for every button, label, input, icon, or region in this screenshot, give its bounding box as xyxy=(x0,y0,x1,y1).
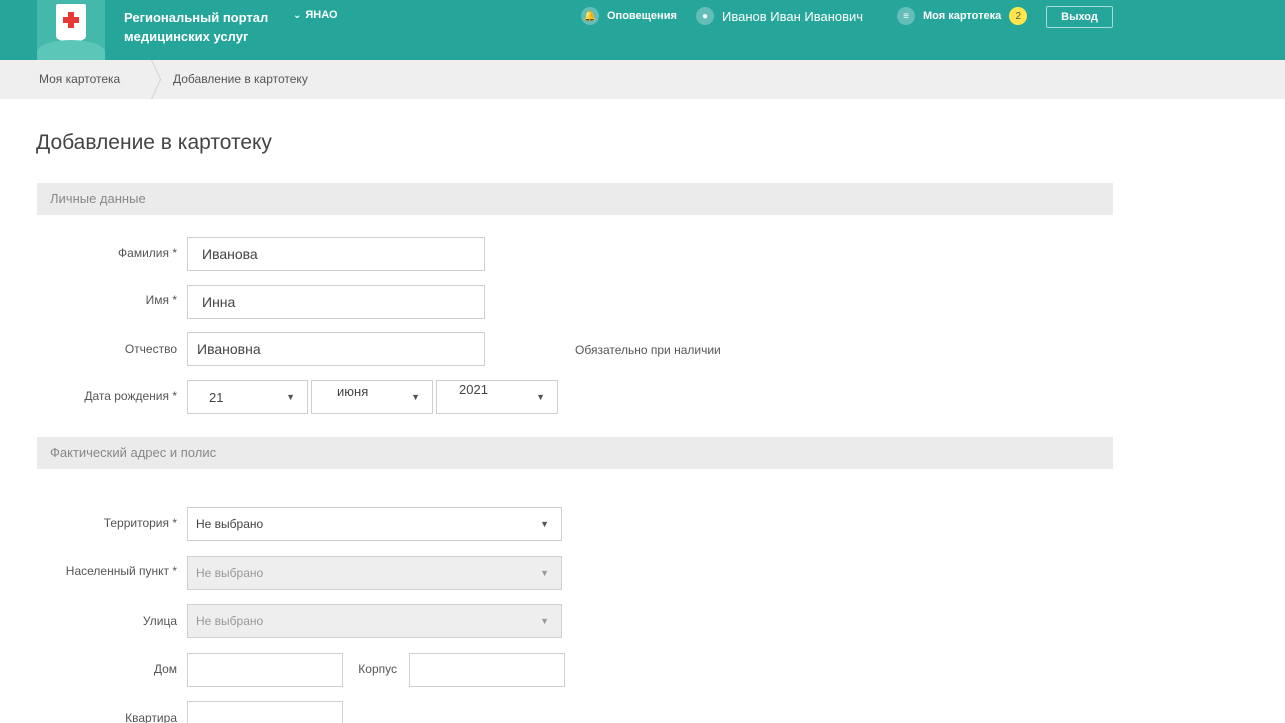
birth-month-value: июня xyxy=(337,384,369,399)
birth-month-select[interactable]: июня ▼ xyxy=(311,380,433,414)
medical-document-icon xyxy=(56,4,86,46)
user-icon: ● xyxy=(696,7,714,25)
house-input[interactable] xyxy=(187,653,343,687)
dropdown-arrow-icon: ▼ xyxy=(286,392,295,402)
top-header: Региональный портал медицинских услуг ⌄ … xyxy=(0,0,1285,60)
name-label: Имя * xyxy=(145,293,177,307)
region-selector[interactable]: ⌄ ЯНАО xyxy=(293,9,338,21)
section-address-policy: Фактический адрес и полис xyxy=(37,437,1113,469)
notifications-label: Оповещения xyxy=(607,10,677,22)
street-select[interactable]: Не выбрано ▼ xyxy=(187,604,562,638)
dropdown-arrow-icon: ▼ xyxy=(411,392,420,402)
breadcrumb-separator xyxy=(148,60,158,99)
apartment-input[interactable] xyxy=(187,701,343,723)
patronymic-input[interactable]: Ивановна xyxy=(187,332,485,366)
breadcrumb-my-cards[interactable]: Моя картотека xyxy=(39,72,120,86)
territory-label: Территория * xyxy=(103,516,177,530)
page-title: Добавление в картотеку xyxy=(36,131,272,154)
logout-button[interactable]: Выход xyxy=(1046,6,1113,28)
section-personal-data: Личные данные xyxy=(37,183,1113,215)
apartment-label: Квартира xyxy=(125,711,177,723)
house-label: Дом xyxy=(153,662,177,676)
settlement-value: Не выбрано xyxy=(196,566,264,580)
birth-date-label: Дата рождения * xyxy=(84,389,177,403)
territory-select[interactable]: Не выбрано ▼ xyxy=(187,507,562,541)
territory-value: Не выбрано xyxy=(196,517,264,531)
portal-title[interactable]: Региональный портал медицинских услуг xyxy=(124,8,294,46)
birth-day-value: 21 xyxy=(209,390,224,405)
dropdown-arrow-icon: ▼ xyxy=(540,616,549,626)
region-label: ЯНАО xyxy=(305,9,338,21)
list-icon: ≡ xyxy=(897,7,915,25)
user-profile-link[interactable]: ● Иванов Иван Иванович xyxy=(696,6,863,26)
building-input[interactable] xyxy=(409,653,565,687)
user-name: Иванов Иван Иванович xyxy=(722,8,864,24)
patronymic-label: Отчество xyxy=(124,342,177,356)
breadcrumb: Моя картотека Добавление в картотеку xyxy=(0,60,1285,99)
dropdown-arrow-icon: ▼ xyxy=(540,568,549,578)
portal-logo[interactable] xyxy=(37,0,105,60)
dropdown-arrow-icon: ▼ xyxy=(536,392,545,402)
building-label: Корпус xyxy=(358,662,397,676)
breadcrumb-current: Добавление в картотеку xyxy=(173,72,308,86)
birth-year-value: 2021 xyxy=(459,382,488,397)
street-label: Улица xyxy=(142,614,177,628)
street-value: Не выбрано xyxy=(196,614,264,628)
surname-label: Фамилия * xyxy=(118,246,177,260)
name-input[interactable]: Инна xyxy=(187,285,485,319)
dropdown-arrow-icon: ▼ xyxy=(540,519,549,529)
cards-count-badge: 2 xyxy=(1009,7,1028,25)
chevron-down-icon: ⌄ xyxy=(293,9,302,21)
birth-year-select[interactable]: 2021 ▼ xyxy=(436,380,558,414)
settlement-select[interactable]: Не выбрано ▼ xyxy=(187,556,562,590)
birth-day-select[interactable]: 21 ▼ xyxy=(187,380,308,414)
my-cards-label: Моя картотека xyxy=(923,10,1002,22)
bell-icon: 🔔 xyxy=(581,7,599,25)
notifications-link[interactable]: 🔔 Оповещения xyxy=(581,6,677,26)
settlement-label: Населенный пункт * xyxy=(65,564,177,578)
patronymic-hint: Обязательно при наличии xyxy=(575,343,721,357)
surname-input[interactable]: Иванова xyxy=(187,237,485,271)
my-cards-link[interactable]: ≡ Моя картотека 2 xyxy=(897,6,1028,26)
